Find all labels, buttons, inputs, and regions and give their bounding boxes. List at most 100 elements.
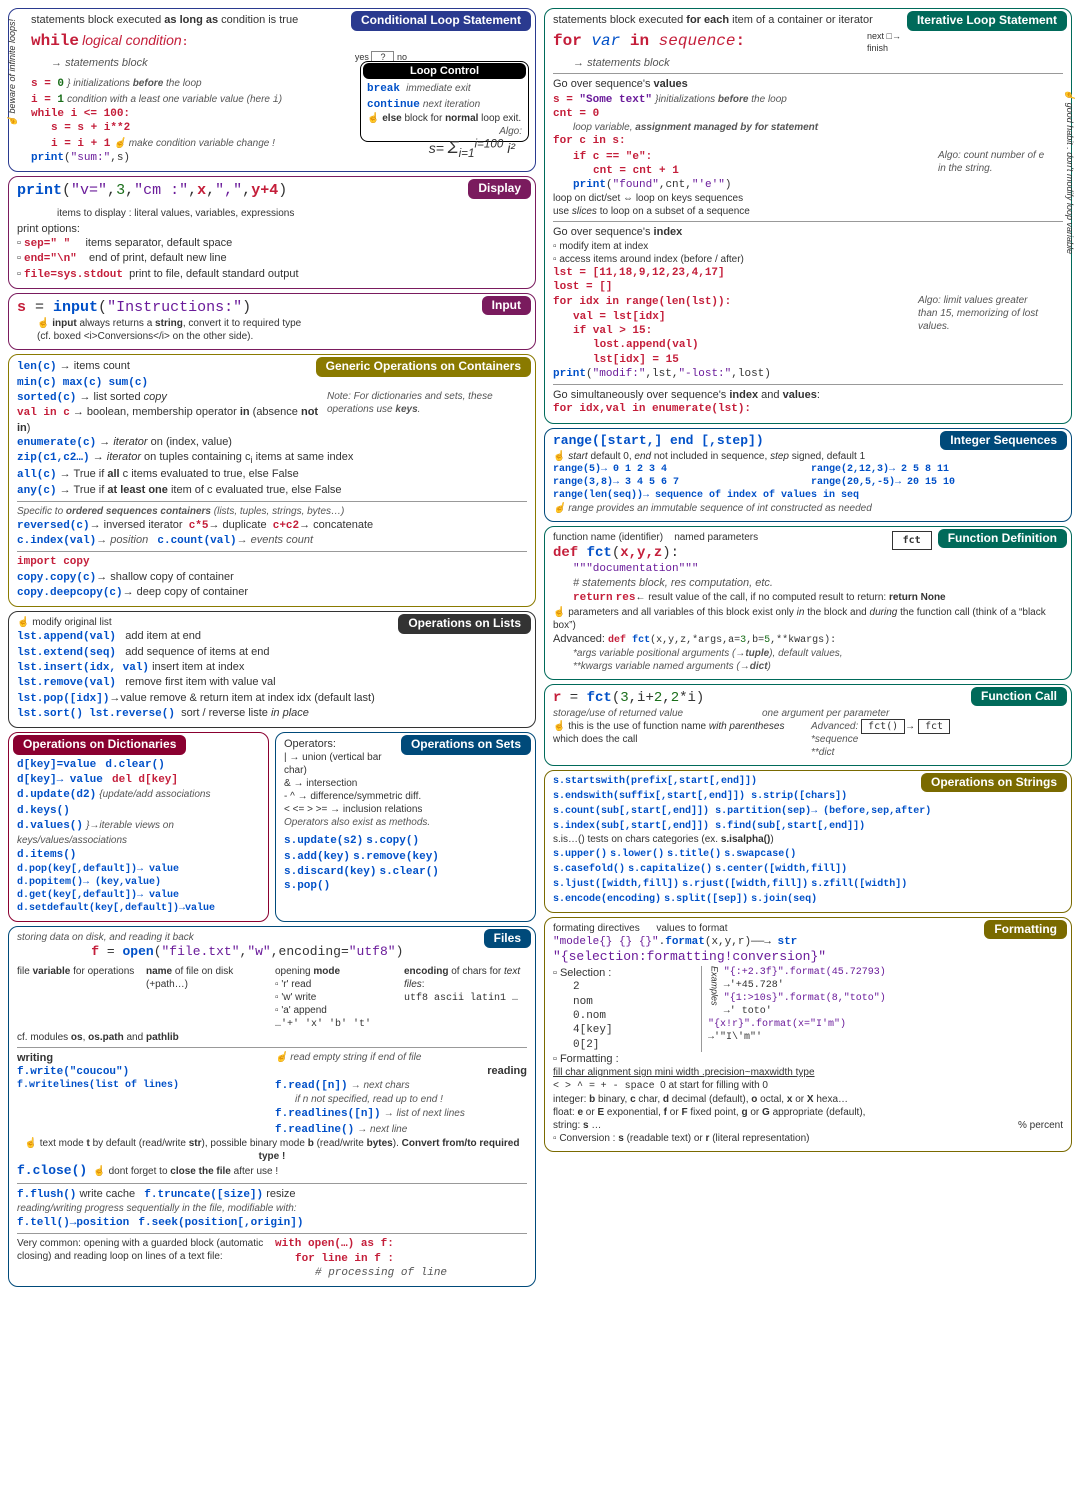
lst-insert-desc: insert item at index — [152, 661, 244, 673]
str-ends: s.endswith(suffix[,start[,end]]) — [553, 791, 745, 802]
iter-slice-note: document.write(JSON.parse(document.getEl… — [553, 205, 1063, 218]
lst-extend: lst.extend(seq) — [17, 647, 116, 659]
iseq-3: range(3,8)→ 3 4 5 6 7 — [553, 477, 679, 488]
sets-union: | → union (vertical bar char) — [284, 751, 527, 777]
gen-cnt-desc: → events count — [237, 534, 313, 546]
cond-loop-note: ☝ make condition variable change ! — [113, 138, 274, 149]
f-readlines: f.readlines([n]) — [275, 1108, 381, 1120]
f-flush-desc: write cache — [79, 1188, 135, 1200]
str-lj: s.ljust([width,fill]) — [553, 879, 679, 890]
iter-init1-note: document.write(JSON.parse(document.getEl… — [658, 94, 786, 105]
fd-doc: """documentation""" — [573, 562, 1063, 576]
d-dget: d.get(key[,default])→ value — [17, 889, 260, 902]
cond-init-note: document.write(JSON.parse(document.getEl… — [73, 78, 201, 89]
iseq-1: range(5)→ 0 1 2 3 4 — [553, 464, 667, 475]
for-idx: for idx in range(len(lst)): — [553, 296, 731, 308]
fd-args: document.write(JSON.parse(document.getEl… — [573, 647, 1063, 660]
iter-b1: ▫ modify item at index — [553, 240, 1063, 253]
fmt-s4key: 4[key] — [573, 1023, 695, 1037]
sets-methods: Operators also exist as methods. — [284, 816, 527, 829]
title-sets: Operations on Sets — [401, 735, 531, 755]
str-is: document.write(JSON.parse(document.getEl… — [553, 833, 1063, 846]
f-write: f.write("coucou") — [17, 1065, 269, 1079]
proc-line: # processing of line — [315, 1266, 527, 1280]
gen-idx-desc: → position — [96, 534, 148, 546]
kw-while: while — [31, 32, 79, 50]
fct-box-icon: fct — [892, 531, 932, 550]
str-title: s.title() — [667, 849, 721, 860]
fc-dict: **dict — [811, 747, 834, 758]
print-modif: print("modif:",lst,"-lost:",lost) — [553, 367, 1063, 381]
str-center: s.center([width,fill]) — [715, 864, 847, 875]
iter-values-title: document.write(JSON.parse(document.getEl… — [553, 77, 1063, 91]
files-modules: document.write(JSON.parse(document.getEl… — [17, 1031, 527, 1044]
f-close: f.close() — [17, 1163, 87, 1178]
iter-loop-var-note: document.write(JSON.parse(document.getEl… — [573, 121, 1063, 134]
fmt-dir: formating directives — [553, 923, 640, 934]
mode-w: ▫ 'w' write — [275, 992, 316, 1003]
lost-append: lost.append(val) — [593, 338, 1063, 352]
fmt-s02: 0[2] — [573, 1038, 695, 1052]
gen-dict-note: document.write(JSON.parse(document.getEl… — [327, 390, 527, 416]
gen-max: max(c) — [63, 377, 103, 389]
title-lists: Operations on Lists — [398, 614, 531, 634]
iseq-5: range(len(seq))→ sequence of index of va… — [553, 490, 859, 501]
fmt-types: document.write(JSON.parse(document.getEl… — [553, 1093, 1063, 1106]
files-writing: writing — [17, 1052, 53, 1064]
gen-concat-desc: → concatenate — [299, 519, 373, 531]
fmt-ex3: "{x!r}".format(x="I'm") — [708, 1019, 846, 1030]
cond-logical: logical condition — [82, 32, 182, 48]
gen-zip: zip(c1,c2…) — [17, 452, 90, 464]
cond-formula: s= Σi=1i=100 i² — [429, 136, 515, 161]
lost-init: lost = [] — [553, 280, 1063, 294]
display-end-desc: end of print, default new line — [89, 252, 227, 264]
gen-deep: copy.deepcopy(c) — [17, 587, 123, 599]
s-pop: s.pop() — [284, 879, 527, 893]
title-formatting: Formatting — [984, 920, 1067, 940]
lst-assign: lst[idx] = 15 — [593, 353, 1063, 367]
lst-append: lst.append(val) — [17, 631, 116, 643]
d-popitem: d.popitem()→ (key,value) — [17, 876, 260, 889]
f-readline: f.readline() — [275, 1124, 354, 1136]
box-funcdef: Function Definition function name (ident… — [544, 526, 1072, 680]
sets-inter: & → intersection — [284, 777, 527, 790]
iter-print: print("found",cnt,"'e'") — [573, 178, 1063, 192]
gen-dup: c*5 — [189, 520, 209, 532]
f-writelines: f.writelines(list of lines) — [17, 1079, 269, 1092]
iter-index-title: document.write(JSON.parse(document.getEl… — [553, 225, 1063, 239]
fc-use: document.write(JSON.parse(document.getEl… — [553, 720, 805, 759]
gen-sum: sum(c) — [108, 377, 148, 389]
input-note2: (cf. boxed <i>Conversions</i> on the oth… — [37, 330, 527, 343]
d-update: d.update(d2) — [17, 789, 96, 801]
str-count: s.count(sub[,start[,end]]) — [553, 806, 709, 817]
files-open: f = open("file.txt","w",encoding="utf8") — [17, 944, 527, 961]
iter-finish: finish — [867, 43, 888, 53]
lst-sort-desc: document.write(JSON.parse(document.getEl… — [181, 707, 309, 719]
gen-enum-desc: document.write(JSON.parse(document.getEl… — [99, 436, 232, 448]
iseq-2: range(2,12,3)→ 2 5 8 11 — [811, 464, 949, 475]
box-funccall: Function Call r = fct(3,i+2,2*i) storage… — [544, 684, 1072, 766]
iseq-4: range(20,5,-5)→ 20 15 10 — [811, 477, 955, 488]
fd-kwargs: document.write(JSON.parse(document.getEl… — [573, 660, 1063, 673]
title-iterative: Iterative Loop Statement — [907, 11, 1067, 31]
str-zf: s.zfill([width]) — [811, 879, 907, 890]
display-code: print("v=",3,"cm :",x,",",y+4) — [17, 181, 527, 201]
gen-len-desc: → items count — [60, 360, 130, 372]
fmt-ex2: "{1:>10s}".format(8,"toto") — [724, 993, 886, 1004]
files-enc: document.write(JSON.parse(document.getEl… — [404, 965, 527, 1031]
display-desc: items to display : literal values, varia… — [57, 207, 527, 220]
box-display: Display print("v=",3,"cm :",x,",",y+4) i… — [8, 176, 536, 289]
box-intseq: Integer Sequences range([start,] end [,s… — [544, 428, 1072, 522]
gen-min: min(c) — [17, 377, 57, 389]
fmt-ex3r: →'"I\'m"' — [708, 1031, 1063, 1044]
fmt-align: < > ^ = — [553, 1081, 595, 1092]
fmt-ex2r: →' toto' — [708, 1005, 1063, 1018]
gen-concat: c+c2 — [273, 520, 299, 532]
fc-seq: *sequence — [811, 734, 858, 745]
cond-body2: i = i + 1 — [51, 138, 110, 150]
side-loop-var: ☝ good habit : don't modify loop variabl… — [1063, 89, 1075, 254]
mode-more: …'+' 'x' 'b' 't' — [275, 1019, 371, 1030]
box-files: Files storing data on disk, and reading … — [8, 926, 536, 1287]
gen-in: val in c — [17, 407, 70, 419]
iter-enum-title: document.write(JSON.parse(document.getEl… — [553, 388, 1063, 402]
